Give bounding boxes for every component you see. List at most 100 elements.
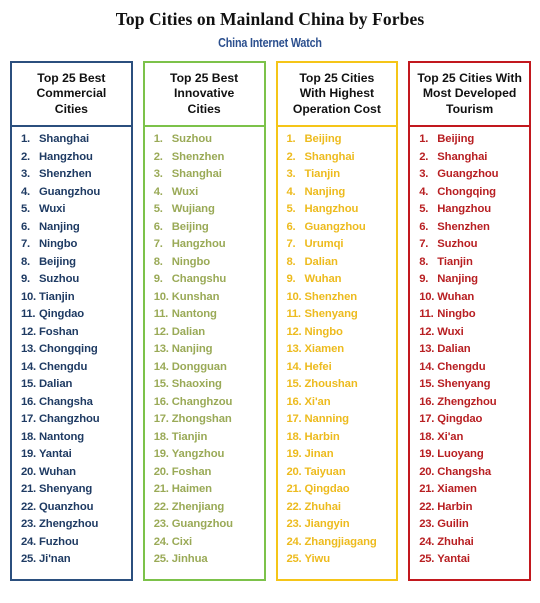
list-item: 25. Ji'nan: [14, 551, 129, 569]
list-item-rank: 6.: [153, 220, 163, 233]
list-item-rank: 3.: [153, 168, 163, 181]
list-item: 9. Changshu: [147, 271, 262, 289]
list-item-rank: 10.: [286, 290, 302, 303]
list-item-rank: 22.: [21, 500, 36, 513]
list-item: 17. Zhongshan: [147, 411, 262, 429]
list-item-city: Hangzhou: [39, 150, 93, 163]
list-item-rank: 13.: [153, 343, 169, 356]
list-item-city: Tianjin: [39, 290, 75, 303]
list-item-city: Zhoushan: [304, 378, 358, 391]
list-item-rank: 10.: [419, 290, 435, 303]
list-item-rank: 3.: [286, 168, 296, 181]
columns-container: Top 25 Best Commercial Cities 1. Shanghai…: [0, 61, 540, 582]
list-item-rank: 23.: [153, 518, 169, 531]
list-item-rank: 12.: [419, 325, 435, 338]
list-item-rank: 14.: [286, 360, 302, 373]
city-list-commercial: 1. Shanghai 2. Hangzhou 3. Shenzhen 4. Guang…: [12, 127, 131, 579]
list-item-rank: 13.: [419, 343, 435, 356]
list-item-city: Tianjin: [437, 255, 473, 268]
list-item: 4. Nanjing: [280, 184, 395, 202]
list-item-rank: 20.: [153, 465, 169, 478]
column-header-tourism: Top 25 Cities With Most Developed Touris…: [410, 63, 529, 125]
list-item: 5. Hangzhou: [412, 201, 527, 219]
list-item-city: Harbin: [304, 430, 340, 443]
list-item: 17. Changzhou: [14, 411, 129, 429]
list-item-rank: 9.: [286, 273, 296, 286]
list-item: 6. Beijing: [147, 219, 262, 237]
list-item-city: Ningbo: [39, 238, 78, 251]
list-item-rank: 23.: [286, 518, 302, 531]
list-item-rank: 24.: [21, 535, 36, 548]
list-item: 19. Yantai: [14, 446, 129, 464]
list-item: 10. Wuhan: [412, 289, 527, 307]
list-item: 4. Chongqing: [412, 184, 527, 202]
list-item-city: Shenyang: [304, 308, 358, 321]
list-item: 2. Shanghai: [280, 149, 395, 167]
list-item-rank: 23.: [419, 518, 435, 531]
list-item-city: Ningbo: [171, 255, 211, 268]
list-item-city: Chongqing: [437, 185, 496, 198]
list-item-city: Dongguan: [171, 360, 227, 373]
list-item: 15. Shaoxing: [147, 376, 262, 394]
list-item: 19. Luoyang: [412, 446, 527, 464]
list-item: 21. Xiamen: [412, 481, 527, 499]
list-item-rank: 11.: [419, 308, 434, 321]
list-item-city: Zhangjiagang: [304, 535, 377, 548]
column-header-line: Top 25 Best: [170, 70, 239, 85]
list-item-city: Zhongshan: [171, 413, 232, 426]
column-header-commercial: Top 25 Best Commercial Cities: [12, 63, 131, 125]
list-item-city: Qingdao: [437, 413, 483, 426]
list-item: 21. Qingdao: [280, 481, 395, 499]
list-item-city: Dalian: [39, 378, 73, 391]
page-subtitle: China Internet Watch: [218, 36, 322, 51]
list-item-rank: 16.: [419, 395, 435, 408]
list-item: 18. Xi'an: [412, 429, 527, 447]
list-item-rank: 21.: [419, 483, 435, 496]
list-item-rank: 8.: [153, 255, 163, 268]
list-item-city: Jiangyin: [304, 518, 350, 531]
list-item-city: Chongqing: [39, 343, 98, 356]
list-item-city: Nantong: [39, 430, 85, 443]
list-item: 10. Tianjin: [14, 289, 129, 307]
list-item: 24. Zhuhai: [412, 534, 527, 552]
list-item: 23. Zhengzhou: [14, 516, 129, 534]
list-item: 3. Tianjin: [280, 166, 395, 184]
column-header-line: Cities: [54, 102, 88, 117]
list-item-rank: 14.: [153, 360, 169, 373]
list-item: 5. Wuxi: [14, 201, 129, 219]
list-item: 12. Foshan: [14, 324, 129, 342]
list-item-city: Yantai: [39, 448, 72, 461]
list-item-city: Jinhua: [171, 553, 208, 566]
list-item-city: Guangzhou: [304, 220, 366, 233]
list-item-rank: 6.: [21, 220, 30, 233]
list-item-rank: 24.: [286, 535, 302, 548]
list-item-rank: 15.: [286, 378, 302, 391]
list-item: 5. Hangzhou: [280, 201, 395, 219]
list-item: 12. Ningbo: [280, 324, 395, 342]
list-item-city: Urumqi: [304, 238, 344, 251]
list-item: 25. Yiwu: [280, 551, 395, 569]
column-header-line: Top 25 Cities: [299, 70, 375, 85]
list-item: 20. Changsha: [412, 464, 527, 482]
list-item-rank: 10.: [153, 290, 169, 303]
column-header-innovative: Top 25 Best Innovative Cities: [145, 63, 264, 125]
list-item-city: Shenzhen: [39, 168, 92, 181]
list-item: 7. Ningbo: [14, 236, 129, 254]
list-item: 23. Guilin: [412, 516, 527, 534]
list-item-city: Yangzhou: [171, 448, 225, 461]
column-header-operation-cost: Top 25 Cities With Highest Operation Cos…: [278, 63, 397, 125]
list-item-city: Quanzhou: [39, 500, 94, 513]
page-title: Top Cities on Mainland China by Forbes: [115, 9, 425, 29]
list-item-city: Guilin: [437, 518, 469, 531]
list-item-city: Wuhan: [437, 290, 475, 303]
list-item-rank: 17.: [21, 413, 36, 426]
list-item: 2. Shanghai: [412, 149, 527, 167]
list-item-rank: 2.: [21, 150, 30, 163]
list-item-city: Beijing: [171, 220, 209, 233]
list-item-rank: 21.: [153, 483, 169, 496]
list-item-city: Guangzhou: [39, 185, 101, 198]
city-list-innovative: 1. Suzhou 2. Shenzhen 3. Shanghai 4. Wuxi 5.…: [145, 127, 264, 579]
list-item-city: Wuxi: [437, 325, 464, 338]
list-item: 21. Shenyang: [14, 481, 129, 499]
list-item-rank: 11.: [286, 308, 301, 321]
